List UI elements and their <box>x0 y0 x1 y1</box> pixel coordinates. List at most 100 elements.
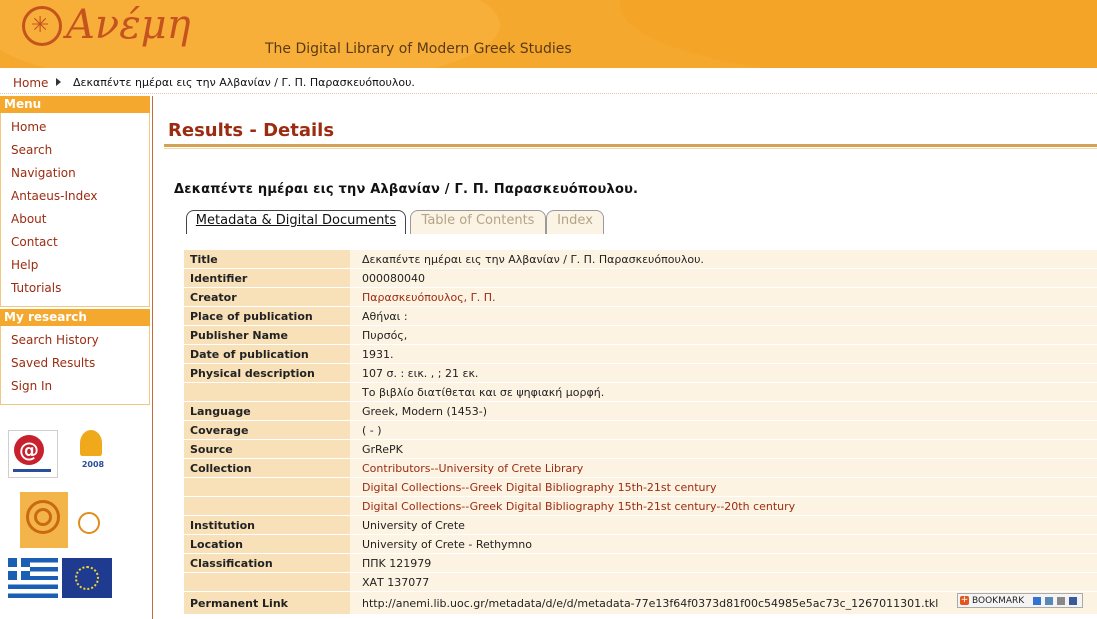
site-subtitle: The Digital Library of Modern Greek Stud… <box>265 41 572 57</box>
metadata-table: Title Δεκαπέντε ημέραι εις την Αλβανίαν /… <box>184 249 1097 615</box>
add-icon: + <box>960 595 969 605</box>
table-row: Classification ΠΠΚ 121979 <box>184 554 1097 572</box>
table-row: Language Greek, Modern (1453-) <box>184 402 1097 420</box>
logo-icon[interactable]: ✳ <box>22 6 62 46</box>
sidebar-item-contact[interactable]: Contact <box>1 231 149 254</box>
field-value-link[interactable]: Παρασκευόπουλος, Γ. Π. <box>350 288 1097 306</box>
sidebar-divider <box>152 96 153 619</box>
sidebar-item-help[interactable]: Help <box>1 254 149 277</box>
menu-heading: Menu <box>0 96 150 113</box>
field-value: ( - ) <box>350 421 1097 439</box>
page-title: Results - Details <box>168 120 335 141</box>
site-logo[interactable]: Ανέμη <box>66 2 191 48</box>
tab-metadata-digital-documents[interactable]: Metadata & Digital Documents <box>186 210 406 234</box>
my-research-heading: My research <box>0 309 150 326</box>
sponsor-logos: @ 2008 <box>8 430 148 610</box>
field-label <box>184 497 350 515</box>
table-row: Title Δεκαπέντε ημέραι εις την Αλβανίαν /… <box>184 250 1097 268</box>
field-label: Title <box>184 250 350 268</box>
table-row: ΧΑΤ 137077 <box>184 573 1097 591</box>
tab-table-of-contents[interactable]: Table of Contents <box>410 210 546 234</box>
table-row: Physical description 107 σ. : εικ. , ; 21… <box>184 364 1097 382</box>
field-value: Πυρσός, <box>350 326 1097 344</box>
field-value: ΧΑΤ 137077 <box>350 573 1097 591</box>
spiral-logo-icon[interactable] <box>20 492 68 548</box>
table-row: Collection Contributors--University of Cr… <box>184 459 1097 477</box>
field-value: 107 σ. : εικ. , ; 21 εκ. <box>350 364 1097 382</box>
table-row: Location University of Crete - Rethymno <box>184 535 1097 553</box>
breadcrumb: Home Δεκαπέντε ημέραι εις την Αλβανίαν /… <box>0 72 1097 94</box>
field-label: Date of publication <box>184 345 350 363</box>
sidebar-item-sign-in[interactable]: Sign In <box>1 375 149 398</box>
table-row: Coverage( - ) <box>184 421 1097 439</box>
sidebar-item-search-history[interactable]: Search History <box>1 329 149 352</box>
eu-flag-icon[interactable] <box>62 558 112 598</box>
field-label: Classification <box>184 554 350 572</box>
breadcrumb-home-link[interactable]: Home <box>13 76 48 90</box>
digg-icon <box>1045 597 1053 605</box>
field-label: Location <box>184 535 350 553</box>
sidebar-item-search[interactable]: Search <box>1 139 149 162</box>
facebook-icon <box>1069 597 1077 605</box>
table-row: Publisher Name Πυρσός, <box>184 326 1097 344</box>
table-row: Digital Collections--Greek Digital Bibli… <box>184 497 1097 515</box>
field-value: 1931. <box>350 345 1097 363</box>
field-value: University of Crete <box>350 516 1097 534</box>
field-label: Creator <box>184 288 350 306</box>
sidebar-item-tutorials[interactable]: Tutorials <box>1 277 149 300</box>
sun-logo-icon[interactable] <box>70 512 116 552</box>
record-title: Δεκαπέντε ημέραι εις την Αλβανίαν / Γ. Π… <box>174 182 639 197</box>
field-value: Το βιβλίο διατίθεται και σε ψηφιακή μορφ… <box>350 383 1097 401</box>
field-label: Publisher Name <box>184 326 350 344</box>
tab-index[interactable]: Index <box>546 210 604 234</box>
breadcrumb-arrow-icon <box>56 78 61 86</box>
hellas-2008-logo-icon[interactable]: 2008 <box>70 430 114 480</box>
sidebar-item-navigation[interactable]: Navigation <box>1 162 149 185</box>
field-value-link[interactable]: Contributors--University of Crete Librar… <box>350 459 1097 477</box>
field-value: Αθήναι : <box>350 307 1097 325</box>
stumble-icon <box>1057 597 1065 605</box>
table-row: Digital Collections--Greek Digital Bibli… <box>184 478 1097 496</box>
site-header: ✳ Ανέμη The Digital Library of Modern Gr… <box>0 0 1097 68</box>
field-label: Language <box>184 402 350 420</box>
field-label <box>184 383 350 401</box>
field-value: Greek, Modern (1453-) <box>350 402 1097 420</box>
field-label: Source <box>184 440 350 458</box>
field-value: 000080040 <box>350 269 1097 287</box>
my-research-box: Search History Saved Results Sign In <box>0 326 150 405</box>
delicious-icon <box>1033 597 1041 605</box>
field-value: University of Crete - Rethymno <box>350 535 1097 553</box>
breadcrumb-current: Δεκαπέντε ημέραι εις την Αλβανίαν / Γ. Π… <box>73 76 415 89</box>
field-label: Coverage <box>184 421 350 439</box>
field-label: Collection <box>184 459 350 477</box>
title-divider <box>164 144 1097 147</box>
field-label <box>184 478 350 496</box>
field-label: Institution <box>184 516 350 534</box>
field-value: ΠΠΚ 121979 <box>350 554 1097 572</box>
field-value: Δεκαπέντε ημέραι εις την Αλβανίαν / Γ. Π… <box>350 250 1097 268</box>
breadcrumb-divider <box>0 93 1097 95</box>
table-row: Place of publication Αθήναι : <box>184 307 1097 325</box>
technology-label-icon <box>6 492 18 548</box>
table-row: Source GrRePK <box>184 440 1097 458</box>
table-row: Institution University of Crete <box>184 516 1097 534</box>
sidebar-item-saved-results[interactable]: Saved Results <box>1 352 149 375</box>
field-label: Identifier <box>184 269 350 287</box>
information-society-logo-icon[interactable]: @ <box>8 430 58 478</box>
sidebar-item-about[interactable]: About <box>1 208 149 231</box>
table-row: Identifier 000080040 <box>184 269 1097 287</box>
field-value-link[interactable]: Digital Collections--Greek Digital Bibli… <box>350 497 1097 515</box>
sidebar-item-home[interactable]: Home <box>1 116 149 139</box>
bookmark-label: BOOKMARK <box>972 596 1025 606</box>
menu-box: Home Search Navigation Antaeus-Index Abo… <box>0 113 150 307</box>
field-value-link[interactable]: Digital Collections--Greek Digital Bibli… <box>350 478 1097 496</box>
table-row: Creator Παρασκευόπουλος, Γ. Π. <box>184 288 1097 306</box>
bookmark-button[interactable]: + BOOKMARK <box>957 593 1083 608</box>
field-label: Physical description <box>184 364 350 382</box>
field-label <box>184 573 350 591</box>
field-value: GrRePK <box>350 440 1097 458</box>
greek-flag-icon[interactable] <box>8 558 58 598</box>
sidebar: Menu Home Search Navigation Antaeus-Inde… <box>0 96 150 405</box>
sidebar-item-antaeus-index[interactable]: Antaeus-Index <box>1 185 149 208</box>
field-label: Place of publication <box>184 307 350 325</box>
